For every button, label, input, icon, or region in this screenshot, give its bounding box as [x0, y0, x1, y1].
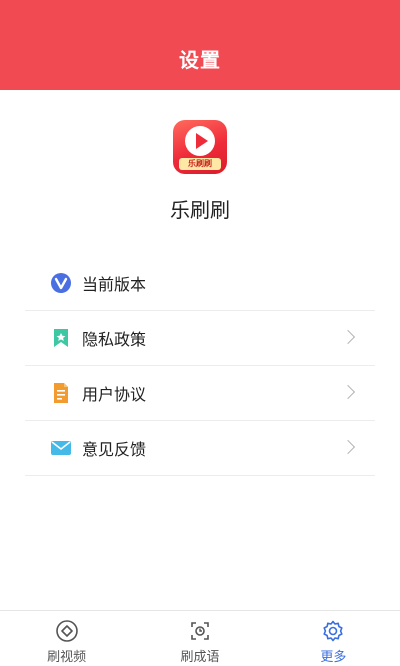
page-title: 设置 [179, 47, 221, 72]
menu-label-privacy: 隐私政策 [82, 330, 147, 349]
document-icon [50, 382, 72, 404]
tab-label-idioms: 刷成语 [180, 650, 220, 665]
settings-menu: 当前版本 隐私政策 用户协议 意见反馈 [25, 256, 375, 476]
chevron-right-icon [340, 329, 356, 345]
mail-icon [50, 437, 72, 459]
tab-videos[interactable]: 刷视频 [0, 611, 133, 666]
tab-more[interactable]: 更多 [267, 611, 400, 666]
menu-label-version: 当前版本 [82, 275, 147, 294]
top-header: 设置 [0, 0, 400, 90]
tab-label-videos: 刷视频 [47, 650, 87, 665]
chevron-right-icon [340, 439, 356, 455]
idiom-frame-icon [191, 622, 209, 640]
app-logo-tag: 乐刷刷 [179, 158, 221, 170]
app-info: 乐刷刷 乐刷刷 [0, 120, 400, 223]
gear-icon [323, 620, 343, 642]
app-logo-icon: 乐刷刷 [173, 120, 227, 174]
tab-idioms[interactable]: 刷成语 [133, 611, 266, 666]
chevron-right-icon [340, 384, 356, 400]
version-v-icon [50, 272, 72, 294]
menu-label-agreement: 用户协议 [82, 385, 147, 404]
menu-item-agreement[interactable]: 用户协议 [25, 366, 375, 421]
menu-label-feedback: 意见反馈 [82, 440, 147, 459]
menu-item-privacy[interactable]: 隐私政策 [25, 311, 375, 366]
tab-label-more: 更多 [320, 650, 347, 665]
app-name: 乐刷刷 [170, 198, 230, 222]
menu-item-version[interactable]: 当前版本 [25, 256, 375, 311]
bottom-tab-bar: 刷视频 刷成语 更多 [0, 610, 400, 666]
menu-item-feedback[interactable]: 意见反馈 [25, 421, 375, 476]
video-circle-icon [55, 620, 78, 642]
bookmark-icon [50, 327, 72, 349]
